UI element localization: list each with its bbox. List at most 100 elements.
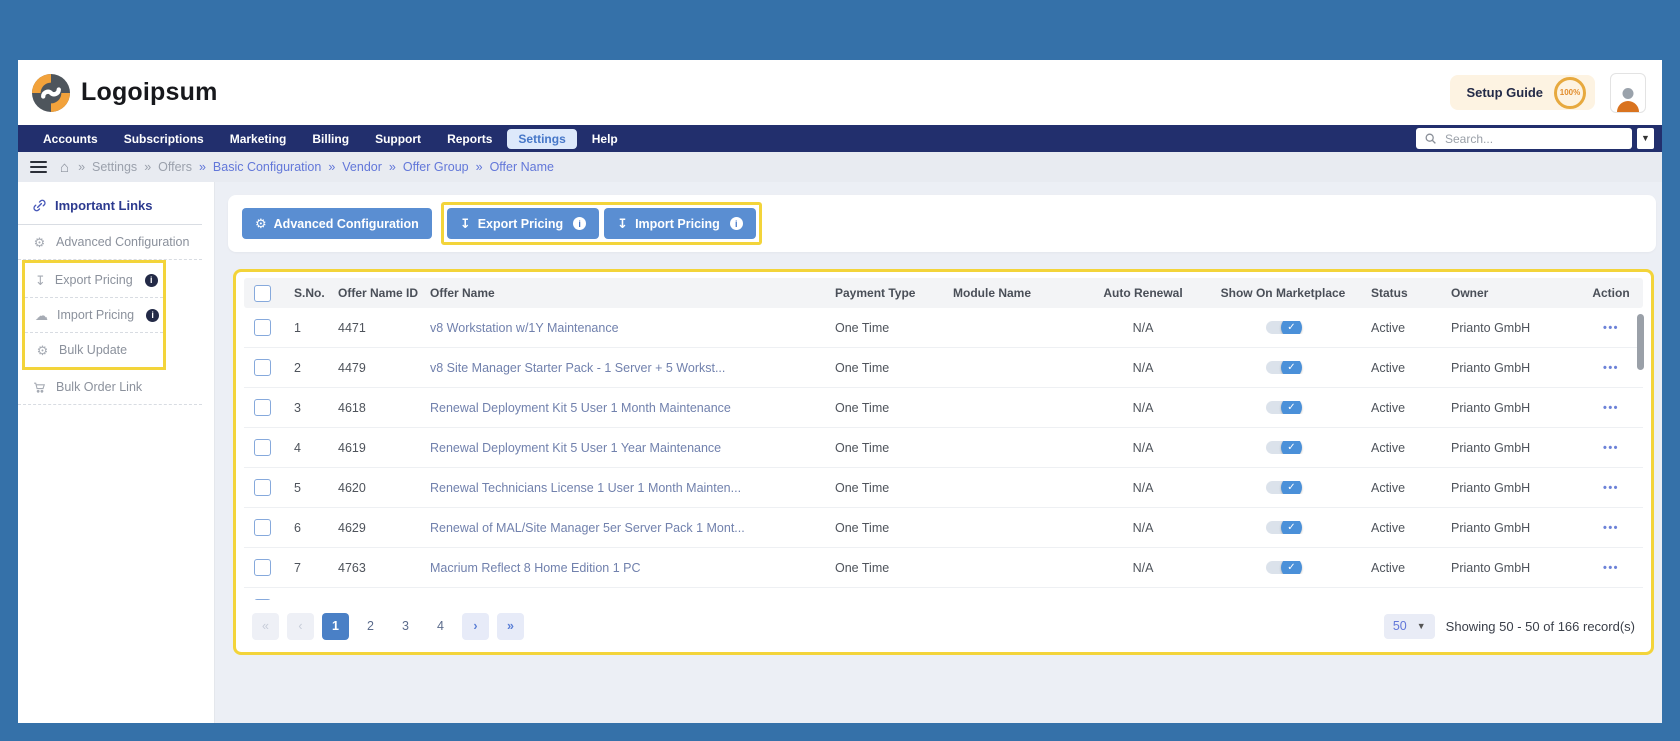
search-box[interactable]: [1416, 128, 1632, 149]
row-checkbox[interactable]: [254, 599, 271, 600]
last-page-button[interactable]: »: [497, 613, 524, 640]
marketplace-cell: ✓: [1199, 481, 1367, 494]
button-label: Import Pricing: [635, 217, 720, 231]
offers-table-container: S.No.Offer Name IDOffer NamePayment Type…: [233, 269, 1654, 655]
offer-name-link[interactable]: Renewal Deployment Kit 5 User 1 Month Ma…: [426, 401, 831, 415]
table-scrollbar[interactable]: [1637, 314, 1644, 604]
gears-icon: ⚙: [255, 217, 267, 230]
row-actions-button[interactable]: •••: [1579, 402, 1643, 414]
breadcrumb-item-offer-group[interactable]: Offer Group: [403, 160, 469, 174]
row-actions-button[interactable]: •••: [1579, 322, 1643, 334]
page-button-4[interactable]: 4: [427, 613, 454, 640]
chevron-down-icon: ▼: [1641, 134, 1650, 143]
cloud-icon: ☁: [35, 309, 48, 322]
nav-dropdown-toggle[interactable]: ▼: [1637, 128, 1654, 149]
page-button-3[interactable]: 3: [392, 613, 419, 640]
prev-page-button[interactable]: ‹: [287, 613, 314, 640]
breadcrumb-item-offer-name[interactable]: Offer Name: [490, 160, 554, 174]
row-checkbox[interactable]: [254, 519, 271, 536]
logo-icon: [32, 74, 70, 112]
marketplace-toggle[interactable]: ✓: [1266, 441, 1300, 454]
nav-item-reports[interactable]: Reports: [436, 129, 503, 149]
download-icon: ↧: [35, 274, 46, 287]
marketplace-toggle[interactable]: ✓: [1266, 561, 1300, 574]
row-checkbox[interactable]: [254, 439, 271, 456]
offer-id-cell: 4618: [334, 401, 426, 415]
offer-name-link[interactable]: v8 Site Manager Starter Pack - 1 Server …: [426, 361, 831, 375]
scrollbar-thumb[interactable]: [1637, 314, 1644, 370]
nav-item-marketing[interactable]: Marketing: [219, 129, 298, 149]
sidebar-highlight-box: ↧Export Pricingi☁Import Pricingi⚙Bulk Up…: [22, 260, 166, 370]
offer-name-link[interactable]: v8 Workstation w/1Y Maintenance: [426, 321, 831, 335]
row-checkbox-cell: [244, 439, 290, 456]
row-actions-button[interactable]: •••: [1579, 362, 1643, 374]
sidebar-item-bulk-update[interactable]: ⚙Bulk Update: [25, 333, 163, 367]
row-actions-button[interactable]: •••: [1579, 482, 1643, 494]
marketplace-toggle[interactable]: ✓: [1266, 361, 1300, 374]
row-actions-button[interactable]: •••: [1579, 522, 1643, 534]
nav-item-help[interactable]: Help: [581, 129, 629, 149]
sidebar-item-label: Import Pricing: [57, 308, 134, 322]
table-row: 24479v8 Site Manager Starter Pack - 1 Se…: [244, 348, 1643, 388]
import-pricing-button[interactable]: ↧Import Pricingi: [604, 208, 756, 239]
next-page-button[interactable]: ›: [462, 613, 489, 640]
sidebar-item-bulk-order-link[interactable]: Bulk Order Link: [18, 370, 202, 405]
row-checkbox[interactable]: [254, 479, 271, 496]
nav-item-accounts[interactable]: Accounts: [32, 129, 109, 149]
sidebar-item-label: Export Pricing: [55, 273, 133, 287]
nav-item-support[interactable]: Support: [364, 129, 432, 149]
progress-ring-icon: 100%: [1554, 77, 1586, 109]
row-checkbox[interactable]: [254, 399, 271, 416]
table-row: ✓: [244, 588, 1643, 600]
marketplace-toggle[interactable]: ✓: [1266, 401, 1300, 414]
select-all-checkbox[interactable]: [254, 285, 271, 302]
breadcrumb-item-basic-configuration[interactable]: Basic Configuration: [213, 160, 321, 174]
offer-name-link[interactable]: Renewal of MAL/Site Manager 5er Server P…: [426, 521, 831, 535]
row-checkbox[interactable]: [254, 559, 271, 576]
marketplace-toggle[interactable]: ✓: [1266, 481, 1300, 494]
nav-item-subscriptions[interactable]: Subscriptions: [113, 129, 215, 149]
search-input[interactable]: [1443, 131, 1624, 147]
page-button-2[interactable]: 2: [357, 613, 384, 640]
table-body: 14471v8 Workstation w/1Y MaintenanceOne …: [244, 308, 1643, 600]
offer-name-link[interactable]: Renewal Deployment Kit 5 User 1 Year Mai…: [426, 441, 831, 455]
home-icon[interactable]: ⌂: [60, 160, 69, 175]
setup-guide-button[interactable]: Setup Guide 100%: [1450, 75, 1595, 110]
row-actions-button[interactable]: •••: [1579, 562, 1643, 574]
advanced-configuration-button[interactable]: ⚙Advanced Configuration: [242, 208, 432, 239]
nav-item-billing[interactable]: Billing: [301, 129, 360, 149]
nav-item-settings[interactable]: Settings: [507, 129, 576, 149]
download-icon: ↧: [617, 217, 628, 230]
sno-cell: 4: [290, 441, 334, 455]
export-pricing-button[interactable]: ↧Export Pricingi: [447, 208, 599, 239]
payment-type-cell: One Time: [831, 441, 949, 455]
sidebar-item-advanced-configuration[interactable]: ⚙Advanced Configuration: [18, 225, 202, 260]
owner-cell: Prianto GmbH: [1447, 361, 1579, 375]
first-page-button[interactable]: «: [252, 613, 279, 640]
page-size-select[interactable]: 50 ▼: [1384, 614, 1435, 639]
breadcrumb-item-vendor[interactable]: Vendor: [342, 160, 382, 174]
offer-name-link[interactable]: Macrium Reflect 8 Home Edition 1 PC: [426, 561, 831, 575]
toggle-check-icon: ✓: [1281, 441, 1302, 454]
breadcrumb-item-settings[interactable]: Settings: [92, 160, 137, 174]
sidebar-item-label: Bulk Update: [59, 343, 127, 357]
row-checkbox[interactable]: [254, 359, 271, 376]
marketplace-toggle[interactable]: ✓: [1266, 521, 1300, 534]
sidebar-item-export-pricing[interactable]: ↧Export Pricingi: [25, 263, 163, 298]
sidebar-title-label: Important Links: [55, 198, 153, 213]
breadcrumb-item-offers[interactable]: Offers: [158, 160, 192, 174]
offer-name-link[interactable]: Renewal Technicians License 1 User 1 Mon…: [426, 481, 831, 495]
row-checkbox[interactable]: [254, 319, 271, 336]
marketplace-toggle[interactable]: ✓: [1266, 321, 1300, 334]
gears-icon: ⚙: [32, 236, 47, 249]
sidebar-item-import-pricing[interactable]: ☁Import Pricingi: [25, 298, 163, 333]
breadcrumb-separator: »: [476, 160, 483, 174]
row-actions-button[interactable]: •••: [1579, 442, 1643, 454]
offer-id-cell: 4629: [334, 521, 426, 535]
user-avatar-button[interactable]: [1610, 73, 1646, 113]
nav-items: AccountsSubscriptionsMarketingBillingSup…: [32, 129, 629, 149]
page-button-1[interactable]: 1: [322, 613, 349, 640]
owner-cell: Prianto GmbH: [1447, 521, 1579, 535]
offer-id-cell: 4619: [334, 441, 426, 455]
sidebar-toggle-icon[interactable]: [30, 161, 47, 173]
